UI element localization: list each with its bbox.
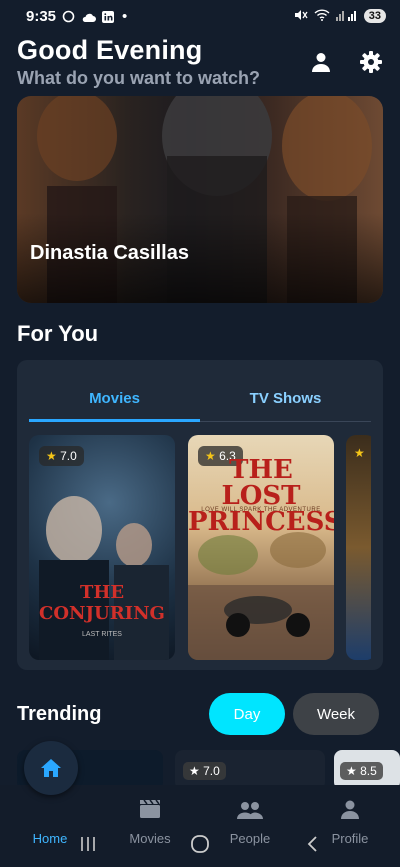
rating-badge: ★ 8.5 bbox=[340, 762, 383, 780]
person-icon bbox=[341, 800, 359, 819]
home-system-button[interactable] bbox=[185, 832, 215, 856]
linkedin-icon bbox=[102, 10, 116, 23]
poster-image bbox=[39, 496, 169, 660]
signal-icon bbox=[335, 9, 358, 24]
back-button[interactable] bbox=[297, 832, 327, 856]
status-bar: 9:35 • 33 bbox=[0, 0, 400, 32]
chevron-left-icon bbox=[307, 836, 317, 852]
for-you-panel: Movies TV Shows ★ 7.0 THE CONJURING LAST… bbox=[17, 360, 383, 670]
notification-dot-icon: • bbox=[122, 7, 128, 25]
star-icon: ★ bbox=[46, 449, 57, 463]
poster-subtitle: LAST RITES bbox=[82, 631, 122, 638]
poster-card[interactable]: ★ 7.0 THE CONJURING LAST RITES bbox=[29, 435, 175, 660]
recents-icon bbox=[81, 837, 95, 851]
mute-icon bbox=[294, 9, 308, 24]
settings-button[interactable] bbox=[358, 49, 384, 75]
circle-home-icon bbox=[191, 835, 209, 853]
home-fab-button[interactable] bbox=[24, 741, 78, 795]
home-icon bbox=[41, 759, 61, 777]
week-toggle-button[interactable]: Week bbox=[293, 693, 379, 735]
person-icon bbox=[312, 53, 330, 72]
header: Good Evening What do you want to watch? bbox=[17, 35, 387, 90]
status-time: 9:35 bbox=[26, 7, 57, 25]
tab-movies[interactable]: Movies bbox=[29, 382, 200, 422]
recents-button[interactable] bbox=[73, 832, 103, 856]
rating-value: 7.0 bbox=[60, 449, 77, 463]
hero-title: Dinastia Casillas bbox=[30, 242, 189, 264]
poster-title: THE CONJURING bbox=[39, 582, 165, 624]
battery-indicator: 33 bbox=[363, 9, 386, 23]
trending-card[interactable]: ★ 7.0 bbox=[175, 750, 325, 785]
account-button[interactable] bbox=[308, 49, 334, 75]
cloud-icon bbox=[82, 10, 97, 22]
poster-title: THE LOST PRINCESS bbox=[188, 455, 334, 537]
threads-icon bbox=[62, 10, 76, 23]
poster-card[interactable]: ★ 6.3 THE LOST PRINCESS LOVE WILL SPARK … bbox=[188, 435, 334, 660]
tab-tv-shows[interactable]: TV Shows bbox=[200, 382, 371, 421]
for-you-tabs: Movies TV Shows bbox=[29, 382, 371, 422]
poster-carousel[interactable]: ★ 7.0 THE CONJURING LAST RITES ★ 6.3 THE… bbox=[29, 435, 371, 660]
day-toggle-button[interactable]: Day bbox=[209, 693, 285, 735]
star-icon: ★ bbox=[189, 764, 200, 778]
clapperboard-icon bbox=[140, 799, 160, 818]
system-nav-bar bbox=[0, 818, 400, 867]
hero-banner[interactable]: Dinastia Casillas bbox=[17, 96, 383, 303]
trending-title: Trending bbox=[17, 703, 102, 725]
rating-badge: ★ 7.0 bbox=[183, 762, 226, 780]
people-icon bbox=[237, 802, 263, 819]
trending-card[interactable]: ★ 8.5 bbox=[334, 750, 400, 785]
gear-icon bbox=[360, 51, 382, 73]
star-icon: ★ bbox=[346, 764, 357, 778]
star-icon: ★ bbox=[354, 446, 365, 460]
poster-tagline: LOVE WILL SPARK THE ADVENTURE bbox=[201, 507, 321, 513]
rating-value: 7.0 bbox=[203, 764, 220, 778]
rating-value: 8.5 bbox=[360, 764, 377, 778]
wifi-icon bbox=[314, 8, 330, 24]
for-you-title: For You bbox=[17, 321, 99, 346]
rating-badge: ★ 7.0 bbox=[39, 446, 84, 466]
poster-card[interactable]: ★ bbox=[346, 435, 371, 660]
